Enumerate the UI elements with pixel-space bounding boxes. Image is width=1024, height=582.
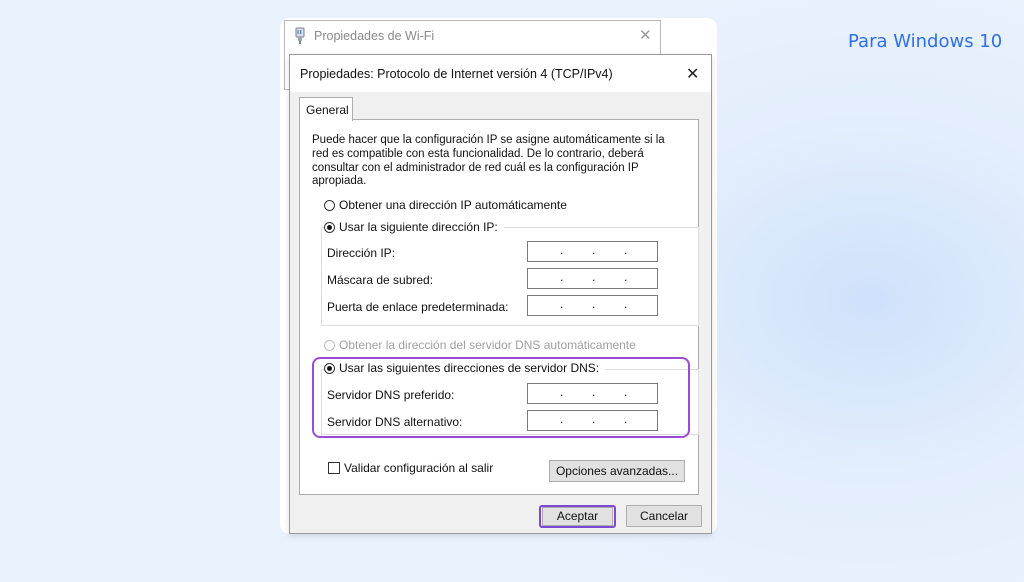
radio-dns-auto[interactable]: Obtener la dirección del servidor DNS au… xyxy=(324,338,642,352)
radio-label: Obtener una dirección IP automáticamente xyxy=(339,198,567,212)
intro-text: Puede hacer que la configuración IP se a… xyxy=(312,134,665,188)
validate-checkbox[interactable] xyxy=(328,462,340,474)
radio-ip-manual[interactable]: Usar la siguiente dirección IP: xyxy=(324,220,504,234)
gateway-label: Puerta de enlace predeterminada: xyxy=(327,300,509,314)
tab-general[interactable]: General xyxy=(299,97,353,121)
ipv4-properties-dialog: Propiedades: Protocolo de Internet versi… xyxy=(289,54,712,534)
close-icon[interactable]: ✕ xyxy=(639,26,652,44)
window-title: Propiedades de Wi-Fi xyxy=(314,29,435,43)
ip-address-label: Dirección IP: xyxy=(327,246,396,260)
dialog-title: Propiedades: Protocolo de Internet versi… xyxy=(300,67,613,81)
radio-ip-auto[interactable]: Obtener una dirección IP automáticamente xyxy=(324,198,573,212)
validate-checkbox-row[interactable]: Validar configuración al salir xyxy=(328,461,493,475)
radio-label: Usar la siguiente dirección IP: xyxy=(339,220,498,234)
dns-highlight-frame xyxy=(312,357,690,438)
general-panel: Puede hacer que la configuración IP se a… xyxy=(299,119,699,495)
close-icon[interactable]: ✕ xyxy=(686,64,699,84)
radio-label: Obtener la dirección del servidor DNS au… xyxy=(339,338,636,352)
cancel-button[interactable]: Cancelar xyxy=(626,505,702,527)
radio-button[interactable] xyxy=(324,221,335,233)
gateway-field[interactable]: ... xyxy=(527,295,658,316)
network-adapter-icon xyxy=(294,27,306,50)
advanced-options-button[interactable]: Opciones avanzadas... xyxy=(549,460,685,482)
radio-button[interactable] xyxy=(324,339,335,351)
title-bar: Propiedades: Protocolo de Internet versi… xyxy=(290,55,711,92)
ip-address-field[interactable]: ... xyxy=(527,241,658,262)
validate-label: Validar configuración al salir xyxy=(344,461,494,475)
radio-button[interactable] xyxy=(324,199,335,211)
subnet-mask-field[interactable]: ... xyxy=(527,268,658,289)
platform-label: Para Windows 10 xyxy=(848,31,1003,52)
ok-highlight-frame xyxy=(539,505,616,528)
subnet-mask-label: Máscara de subred: xyxy=(327,273,434,287)
